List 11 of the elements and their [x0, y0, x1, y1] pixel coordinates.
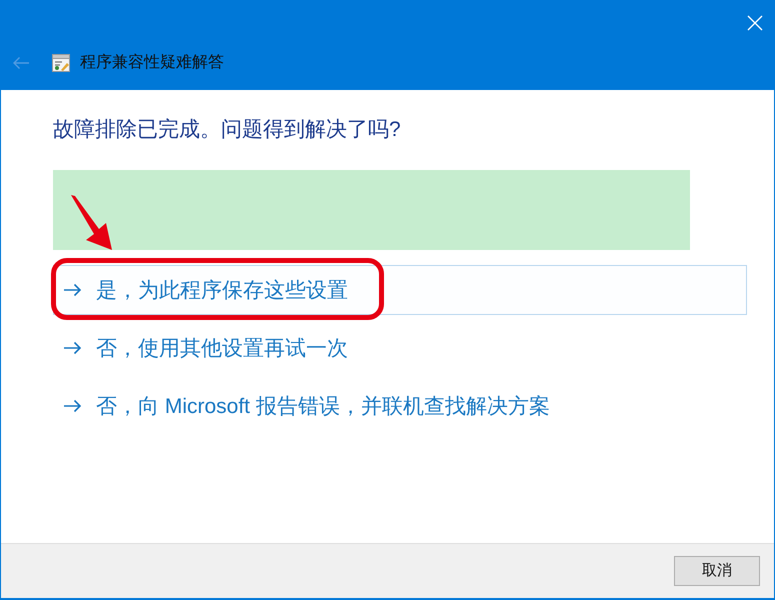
arrow-right-icon [63, 399, 82, 413]
cancel-button[interactable]: 取消 [674, 556, 760, 586]
option-link[interactable]: 否，向 Microsoft 报告错误，并联机查找解决方案 [53, 381, 747, 431]
arrow-right-icon [63, 283, 82, 297]
annotation-arrow [71, 195, 113, 251]
option-link[interactable]: 否，使用其他设置再试一次 [53, 323, 747, 373]
window-title: 程序兼容性疑难解答 [80, 52, 224, 73]
heading: 故障排除已完成。问题得到解决了吗? [53, 117, 401, 143]
program-icon [52, 54, 70, 72]
arrow-right-icon [63, 341, 82, 355]
option-link[interactable]: 是，为此程序保存这些设置 [53, 265, 747, 315]
